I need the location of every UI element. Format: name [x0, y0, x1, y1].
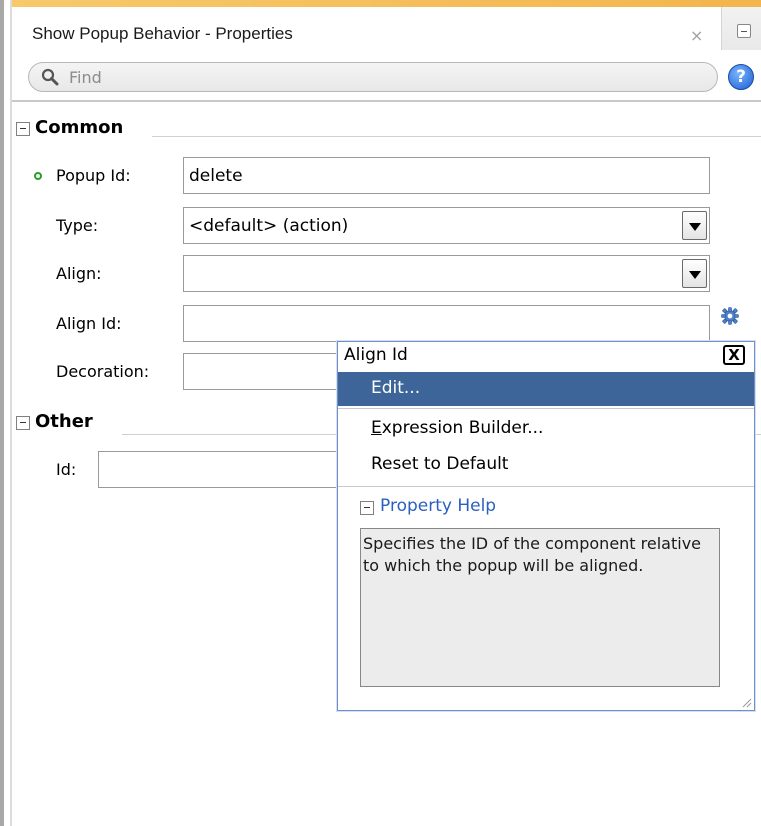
- popup-id-label: Popup Id:: [56, 166, 131, 185]
- section-title-other: Other: [35, 411, 93, 432]
- decoration-label: Decoration:: [56, 362, 150, 381]
- search-input[interactable]: [69, 66, 669, 88]
- menu-item-edit-label: Edit...: [371, 378, 421, 398]
- popup-id-field[interactable]: delete: [183, 157, 710, 194]
- section-common[interactable]: Common: [12, 114, 761, 144]
- menu-item-edit[interactable]: Edit...: [338, 372, 754, 406]
- align-id-label: Align Id:: [56, 314, 122, 333]
- property-popup-menu: Align Id X Edit... Expression Builder...…: [337, 341, 755, 711]
- menu-item-reset-label: Reset to Default: [371, 454, 509, 474]
- chevron-down-icon[interactable]: [682, 259, 707, 288]
- section-divider: [152, 136, 761, 137]
- minimize-icon[interactable]: [737, 24, 751, 38]
- type-label: Type:: [56, 216, 99, 235]
- type-select[interactable]: <default> (action): [183, 207, 710, 244]
- panel-tab[interactable]: Show Popup Behavior - Properties ×: [12, 7, 722, 50]
- id-label: Id:: [56, 460, 77, 479]
- collapse-icon[interactable]: [16, 122, 30, 136]
- align-label: Align:: [56, 264, 102, 283]
- popup-title-bar: Align Id X: [338, 342, 754, 370]
- panel-title: Show Popup Behavior - Properties: [32, 24, 293, 43]
- title-bar: Show Popup Behavior - Properties ×: [12, 0, 761, 50]
- collapse-icon[interactable]: [16, 416, 30, 430]
- menu-item-expression-builder[interactable]: Expression Builder...: [338, 412, 754, 446]
- popup-title: Align Id: [344, 345, 408, 365]
- search-row: ?: [12, 50, 761, 102]
- help-icon[interactable]: ?: [728, 64, 754, 90]
- align-id-field[interactable]: [183, 305, 710, 342]
- menu-item-reset[interactable]: Reset to Default: [338, 448, 754, 482]
- section-title-common: Common: [35, 117, 124, 138]
- search-box[interactable]: [28, 62, 718, 92]
- type-select-value: <default> (action): [189, 216, 349, 236]
- menu-item-expression-builder-label: xpression Builder...: [381, 418, 544, 438]
- tab-close-icon[interactable]: ×: [690, 26, 703, 45]
- gear-icon[interactable]: [720, 306, 740, 326]
- menu-separator: [338, 486, 754, 487]
- search-icon: [41, 68, 59, 86]
- align-select[interactable]: [183, 255, 710, 292]
- collapse-icon[interactable]: [360, 501, 374, 515]
- required-indicator-icon: [34, 172, 42, 180]
- close-icon[interactable]: X: [723, 345, 745, 365]
- menu-item-mnemonic: E: [371, 418, 382, 438]
- resize-grip-icon[interactable]: [740, 696, 752, 708]
- property-help-text: Specifies the ID of the component relati…: [360, 528, 720, 687]
- left-edge-divider: [0, 0, 12, 826]
- property-help-title: Property Help: [380, 496, 497, 516]
- menu-separator: [338, 408, 754, 409]
- chevron-down-icon[interactable]: [682, 211, 707, 240]
